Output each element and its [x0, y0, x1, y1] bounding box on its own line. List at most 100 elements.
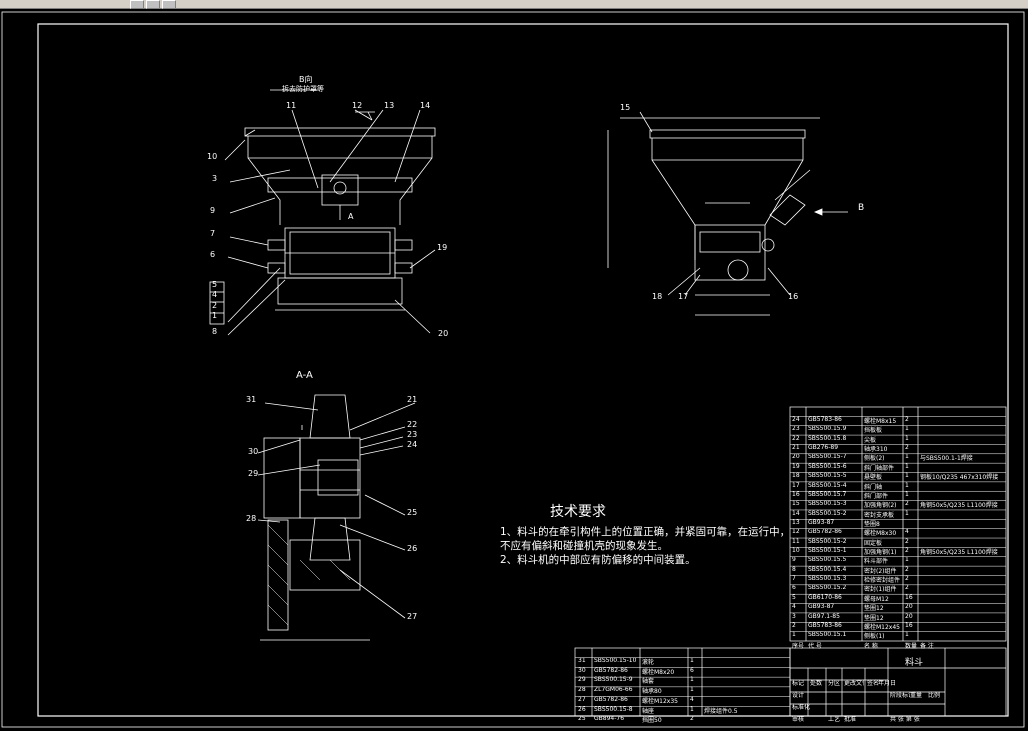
title-block-cell: 工艺 [828, 716, 841, 723]
notes-title: 技术要求 [550, 504, 606, 520]
bom-cell: 17 [792, 481, 800, 489]
bom-cell: 料斗部件 [864, 558, 889, 566]
bom-cell: 滚轮 [642, 659, 655, 666]
title-block-cell: 重量 [910, 692, 923, 699]
view-b-subtitle: 拆去防护罩等 [282, 85, 324, 93]
bom-cell: 密封支承板 [864, 511, 895, 519]
bom-cell: 角钢50x5/Q235 L1100焊接 [920, 549, 998, 557]
bom-cell: SBS500.15-6 [808, 462, 847, 470]
title-block-cell: 更改文件号 [844, 680, 864, 687]
balloon-18: 18 [652, 292, 663, 301]
inner-frame [37, 23, 1009, 717]
arrow-b-label: B [858, 203, 865, 213]
bom-cell: 轴套 [642, 678, 655, 686]
bom-cell: SBS500.15.1 [808, 631, 847, 639]
arrow-a-label: A [348, 212, 354, 221]
bom-cell: 螺栓M12x35 [642, 697, 678, 705]
bom-cell: 30 [578, 666, 586, 674]
balloon-10: 10 [207, 152, 218, 161]
bom-cell: GB93-87 [808, 518, 835, 526]
bom-cell: 1 [690, 676, 694, 684]
bom-cell: 2 [905, 500, 909, 508]
bom-cell: GB5783-86 [808, 416, 842, 423]
title-block-cell: 标记 [792, 680, 805, 687]
bom-cell: 31 [578, 657, 586, 664]
balloon-21: 21 [407, 395, 418, 404]
bom-cell: 尖板 [864, 436, 877, 444]
bom-cell: GB97.1-85 [808, 612, 840, 620]
bom-cell: 2 [905, 416, 909, 423]
bom-cell: 16 [905, 593, 913, 601]
title-block-cell: 设计 [792, 692, 805, 699]
bom-cell: 22 [792, 434, 800, 442]
bom-cell: 1 [905, 453, 909, 461]
bom-cell: 13 [792, 518, 800, 526]
balloon-2: 2 [212, 301, 218, 310]
title-block-cell: 批准 [844, 716, 857, 723]
section-aa-title: A-A [296, 370, 313, 381]
bom-cell: SBS500.15-7 [808, 453, 847, 461]
bom-cell: SBS500.15.9 [808, 425, 847, 433]
balloon-24: 24 [407, 440, 418, 449]
balloon-17: 17 [678, 292, 689, 301]
bom-cell: GB5783-86 [808, 621, 842, 629]
bom-cell: 1 [905, 631, 909, 639]
bom-cell: 18 [792, 472, 800, 480]
bom-cell: 7 [792, 575, 796, 583]
balloon-15: 15 [620, 103, 631, 112]
balloon-7: 7 [210, 229, 216, 238]
title-block-cell: 分区 [828, 680, 841, 687]
bom-cell: 钢板10/Q235 467x310焊接 [920, 474, 999, 482]
bom-cell: 2 [905, 565, 909, 573]
bom-cell: 垫圈12 [864, 614, 884, 622]
bom-cell: 与SBS500.1-1焊接 [920, 455, 973, 463]
bom-cell: 角钢50x5/Q235 L1100焊接 [920, 502, 998, 510]
front-view [209, 89, 436, 336]
bom-cell: 密封(1)组件 [864, 586, 897, 594]
bom-cell: 6 [792, 584, 796, 592]
balloon-20: 20 [438, 329, 449, 338]
bom-cell: GB5782-86 [808, 528, 842, 536]
side-view [607, 111, 848, 316]
balloon-4: 4 [212, 290, 218, 299]
bom-cell: 1 [690, 705, 694, 713]
bom-cell: 斜门轴部件 [864, 464, 895, 472]
bom-cell: SBS500.15.2 [808, 584, 847, 592]
balloon-9: 9 [210, 206, 216, 215]
bom-cell: 14 [792, 509, 800, 517]
bom-cell: 挡圈50 [642, 717, 662, 725]
bom-cell: ZL7GM06-66 [594, 686, 633, 694]
bom-cell: 24 [792, 416, 800, 423]
bom-cell: 1 [905, 434, 909, 442]
notes-line-3: 2、料斗机的中部应有防偏移的中间装置。 [500, 554, 696, 566]
bom-cell: 1 [905, 490, 909, 498]
title-block-cell: 审核 [792, 716, 805, 723]
balloon-1: 1 [212, 311, 218, 320]
bom-cell: SBS500.15-5 [808, 472, 847, 480]
bom-cell: 2 [905, 584, 909, 592]
bom-cell: 9 [792, 556, 796, 564]
bom-cell: 4 [792, 603, 796, 611]
bom-cell: 28 [578, 686, 586, 694]
bom-cell: 螺母M12 [864, 595, 889, 603]
bom-cell: 20 [792, 453, 800, 461]
bom-cell: 1 [905, 556, 909, 564]
title-block-cell: 标准化 [792, 704, 811, 711]
bom-cell: 侧板(1) [864, 633, 885, 641]
balloon-6: 6 [210, 250, 216, 259]
balloon-8: 8 [212, 327, 218, 336]
bom-cell: 序号 [792, 642, 805, 650]
balloon-23: 23 [407, 430, 418, 439]
balloon-3: 3 [212, 174, 218, 183]
bom-cell: 检修密封组件 [864, 577, 901, 585]
bom-cell: 侧板(2) [864, 455, 885, 463]
bom-cell: GB5782-86 [594, 666, 628, 674]
bom-cell: 6 [690, 666, 694, 674]
bom-cell: 1 [792, 631, 796, 639]
bom-cell: 2 [690, 715, 694, 723]
bom-cell: GB894-76 [594, 715, 625, 723]
bom-cell: 12 [792, 528, 800, 536]
balloon-25: 25 [407, 508, 418, 517]
bom-cell: 数量 [905, 642, 918, 650]
bom-cell: 3 [792, 612, 796, 620]
